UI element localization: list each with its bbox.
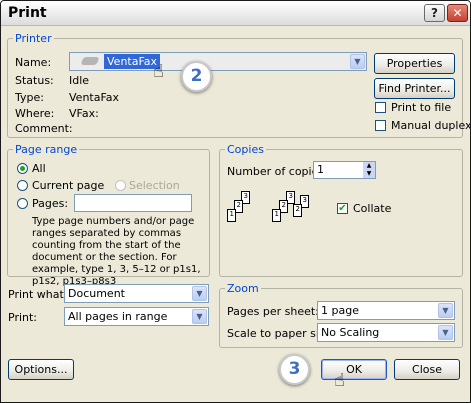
page-range-help-text: Type page numbers and/or page ranges sep… bbox=[32, 216, 201, 287]
hand-pointer-icon: ☝ bbox=[153, 61, 164, 82]
uncollated-pages-icon: 3 2 1 bbox=[227, 191, 257, 231]
printer-name-value: VentaFax bbox=[104, 54, 161, 69]
all-label: All bbox=[32, 162, 46, 175]
type-value: VentaFax bbox=[69, 91, 120, 104]
name-label: Name: bbox=[15, 56, 52, 69]
printer-name-select[interactable]: VentaFax ▼ bbox=[69, 52, 367, 71]
ok-button[interactable]: OK bbox=[321, 359, 387, 380]
where-value: VFax: bbox=[69, 107, 99, 120]
pages-per-sheet-value: 1 page bbox=[321, 304, 359, 317]
properties-button[interactable]: Properties bbox=[374, 53, 455, 74]
help-button[interactable]: ? bbox=[424, 4, 445, 22]
find-printer-button[interactable]: Find Printer... bbox=[374, 78, 455, 99]
title-bar: Print ? ✕ bbox=[1, 1, 470, 26]
chevron-down-icon[interactable]: ▼ bbox=[350, 54, 365, 69]
where-label: Where: bbox=[15, 107, 55, 120]
print-label: Print: bbox=[8, 311, 38, 324]
print-what-value: Document bbox=[68, 287, 125, 300]
pages-label: Pages: bbox=[32, 197, 69, 210]
chevron-down-icon[interactable]: ▼ bbox=[192, 286, 207, 301]
status-label: Status: bbox=[15, 74, 54, 87]
window-title: Print bbox=[8, 5, 47, 21]
copies-value: 1 bbox=[317, 163, 324, 176]
zoom-legend: Zoom bbox=[225, 282, 261, 295]
print-what-select[interactable]: Document ▼ bbox=[64, 284, 209, 303]
status-value: Idle bbox=[69, 74, 90, 87]
chevron-down-icon[interactable]: ▼ bbox=[438, 325, 453, 340]
collated-pages-icon: 3 2 1 3 2 bbox=[272, 191, 312, 231]
comment-label: Comment: bbox=[15, 122, 73, 135]
current-page-label: Current page bbox=[32, 179, 105, 192]
pages-per-sheet-select[interactable]: 1 page ▼ bbox=[317, 301, 455, 320]
close-button[interactable]: Close bbox=[394, 359, 460, 380]
print-what-label: Print what: bbox=[8, 288, 68, 301]
hand-pointer-icon: ☝ bbox=[334, 370, 345, 391]
current-page-radio[interactable] bbox=[17, 180, 28, 191]
step-2-callout: 2 bbox=[181, 61, 212, 92]
close-window-button[interactable]: ✕ bbox=[447, 4, 468, 22]
type-label: Type: bbox=[15, 91, 44, 104]
print-to-file-checkbox[interactable] bbox=[375, 102, 386, 113]
collate-label: Collate bbox=[353, 202, 392, 215]
selection-radio bbox=[115, 180, 126, 191]
print-dialog: Print ? ✕ Printer Name: VentaFax ▼ Statu… bbox=[0, 0, 471, 403]
step-3-callout: 3 bbox=[279, 354, 310, 385]
scale-to-paper-select[interactable]: No Scaling ▼ bbox=[317, 323, 455, 342]
copies-legend: Copies bbox=[225, 143, 266, 156]
selection-label: Selection bbox=[129, 179, 180, 192]
printer-icon bbox=[80, 57, 100, 65]
manual-duplex-checkbox[interactable] bbox=[375, 120, 386, 131]
pages-input[interactable] bbox=[74, 194, 192, 212]
print-select[interactable]: All pages in range ▼ bbox=[64, 307, 209, 326]
copies-stepper[interactable]: 1 ▲ ▼ bbox=[313, 161, 376, 179]
print-value: All pages in range bbox=[68, 310, 168, 323]
page-range-legend: Page range bbox=[13, 143, 80, 156]
printer-legend: Printer bbox=[13, 32, 54, 45]
chevron-down-icon[interactable]: ▼ bbox=[438, 303, 453, 318]
collate-checkbox[interactable]: ✔ bbox=[337, 203, 348, 214]
manual-duplex-label: Manual duplex bbox=[391, 119, 471, 132]
pages-radio[interactable] bbox=[17, 198, 28, 209]
stepper-up-icon[interactable]: ▲ bbox=[363, 162, 375, 170]
options-button[interactable]: Options... bbox=[8, 359, 74, 380]
scale-to-paper-value: No Scaling bbox=[321, 326, 380, 339]
all-radio[interactable] bbox=[17, 163, 28, 174]
chevron-down-icon[interactable]: ▼ bbox=[192, 309, 207, 324]
pages-per-sheet-label: Pages per sheet: bbox=[227, 305, 319, 318]
print-to-file-label: Print to file bbox=[391, 101, 452, 114]
stepper-down-icon[interactable]: ▼ bbox=[363, 170, 375, 178]
